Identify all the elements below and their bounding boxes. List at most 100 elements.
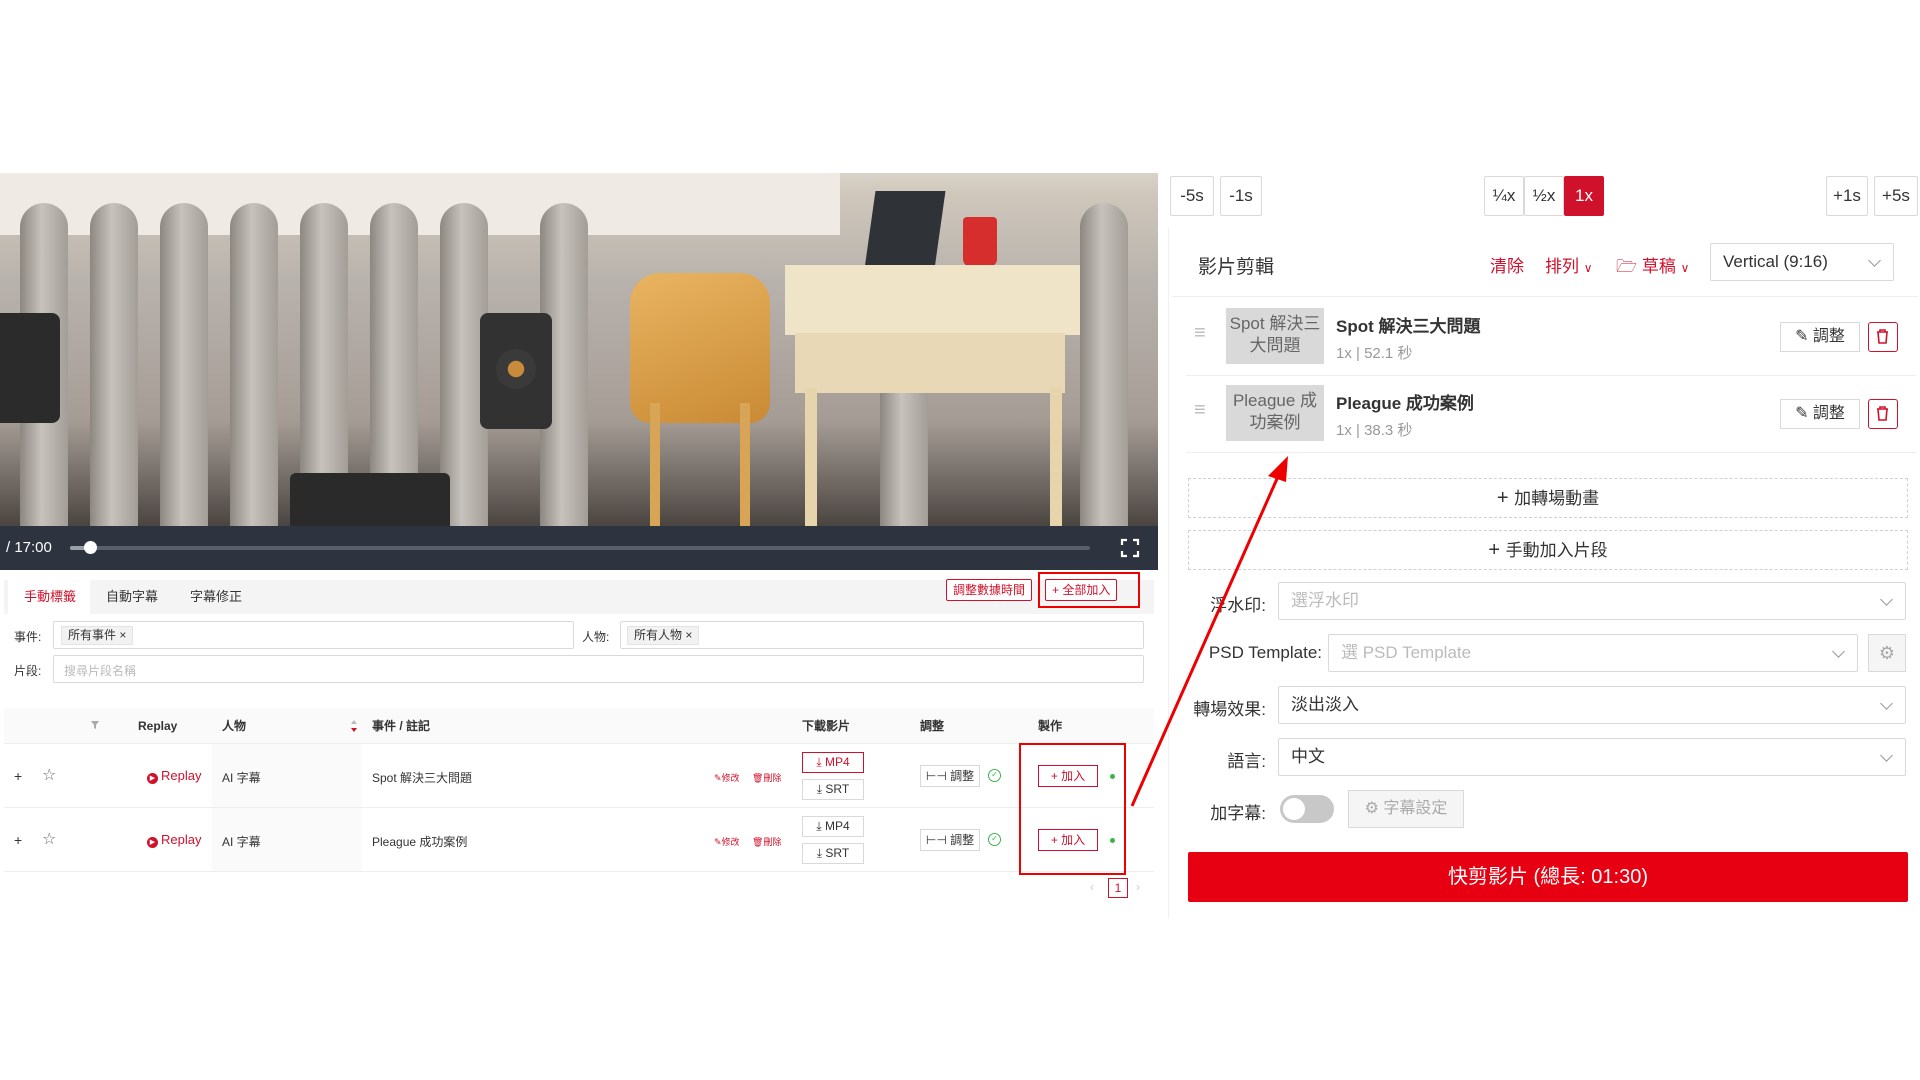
back-5s-button[interactable]: -5s: [1170, 176, 1214, 216]
sort-label: 排列: [1545, 257, 1579, 276]
trim-icon: ⊢⊣: [925, 833, 951, 847]
download-mp4-button[interactable]: ⤓ MP4: [802, 752, 864, 773]
speaker-right: [480, 313, 552, 429]
draft-dropdown[interactable]: 🗁 草稿 ∨: [1616, 252, 1689, 283]
segment-placeholder: 搜尋片段名稱: [64, 664, 137, 678]
add-all-label: 全部加入: [1062, 583, 1111, 597]
trash-icon: [1877, 406, 1888, 421]
forward-5s-button[interactable]: +5s: [1874, 176, 1918, 216]
download-srt-button[interactable]: ⤓ SRT: [802, 779, 864, 800]
event-filter-select[interactable]: 所有事件 ×: [53, 621, 574, 649]
sort-icon[interactable]: [350, 719, 358, 733]
red-cup: [963, 217, 997, 267]
speed-half-button[interactable]: ½x: [1524, 176, 1564, 216]
replay-link[interactable]: ▶ Replay: [147, 768, 201, 784]
clip-thumbnail: Pleague 成功案例: [1226, 385, 1324, 441]
progress-track[interactable]: [70, 546, 1090, 550]
draft-label: 草稿: [1641, 257, 1676, 276]
curtain-fold: [160, 203, 208, 526]
edit-link[interactable]: ✎修改: [714, 835, 740, 848]
download-srt-button[interactable]: ⤓ SRT: [802, 843, 864, 864]
editor-title: 影片剪輯: [1198, 257, 1275, 278]
delete-link[interactable]: 🗑刪除: [752, 771, 781, 784]
subtitle-settings-button[interactable]: ⚙ 字幕設定: [1348, 790, 1464, 828]
speed-quarter-button[interactable]: ¼x: [1484, 176, 1524, 216]
sort-dropdown[interactable]: 排列 ∨: [1545, 252, 1593, 277]
tab-auto-subtitles[interactable]: 自動字幕: [90, 580, 175, 614]
close-icon[interactable]: ×: [685, 628, 692, 642]
edit-label: 修改: [721, 837, 740, 847]
adjust-label: 調整: [950, 833, 975, 847]
plus-icon: +: [1488, 539, 1506, 561]
chevron-down-icon: [1832, 645, 1845, 658]
star-icon[interactable]: ☆: [42, 829, 56, 849]
progress-handle[interactable]: [84, 541, 97, 554]
replay-link[interactable]: ▶ Replay: [147, 832, 201, 848]
clip-title: Spot 解決三大問題: [1336, 317, 1481, 336]
adjust-button[interactable]: ⊢⊣ 調整: [920, 829, 980, 851]
forward-1s-button[interactable]: +1s: [1826, 176, 1868, 216]
gear-icon: ⚙: [1364, 800, 1384, 817]
adjust-time-button[interactable]: 調整數據時間: [946, 579, 1033, 601]
expand-icon[interactable]: +: [14, 832, 22, 848]
clip-item: ≡ Pleague 成功案例 Pleague 成功案例 1x | 38.3 秒 …: [1186, 377, 1916, 453]
srt-label: SRT: [825, 846, 850, 860]
play-icon: ▶: [147, 773, 158, 784]
trim-icon: ⊢⊣: [925, 769, 951, 783]
chevron-down-icon: [1868, 254, 1881, 267]
close-icon[interactable]: ×: [119, 628, 126, 642]
download-mp4-button[interactable]: ⤓ MP4: [802, 816, 864, 837]
clip-delete-button[interactable]: [1868, 399, 1898, 429]
pencil-icon: ✎: [1795, 405, 1813, 422]
filter-icon[interactable]: [90, 720, 100, 730]
drag-handle-icon[interactable]: ≡: [1194, 399, 1206, 422]
aspect-ratio-select[interactable]: Vertical (9:16): [1710, 243, 1894, 281]
clear-button[interactable]: 清除: [1490, 252, 1524, 277]
next-page-icon[interactable]: ›: [1136, 880, 1140, 894]
drag-handle-icon[interactable]: ≡: [1194, 322, 1206, 345]
expand-icon[interactable]: +: [14, 768, 22, 784]
standing-desk: [785, 265, 1080, 335]
render-video-button[interactable]: 快剪影片 (總長: 01:30): [1188, 852, 1908, 902]
page-number[interactable]: 1: [1108, 878, 1128, 898]
plus-icon: +: [1496, 487, 1515, 509]
event-chip[interactable]: 所有事件 ×: [61, 626, 134, 645]
video-player[interactable]: [0, 173, 1158, 526]
tab-subtitle-fix[interactable]: 字幕修正: [174, 580, 259, 614]
psd-placeholder: 選 PSD Template: [1341, 643, 1472, 662]
divider: [1172, 296, 1918, 297]
clip-adjust-button[interactable]: ✎ 調整: [1780, 399, 1860, 429]
event-filter-label: 事件:: [14, 630, 42, 644]
col-produce: 製作: [1038, 719, 1063, 733]
transition-value: 淡出淡入: [1291, 695, 1359, 714]
person-filter-select[interactable]: 所有人物 ×: [620, 621, 1144, 649]
player-controls: / 17:00: [0, 526, 1158, 570]
clip-delete-button[interactable]: [1868, 322, 1898, 352]
clip-adjust-button[interactable]: ✎ 調整: [1780, 322, 1860, 352]
trash-icon: [1877, 329, 1888, 344]
curtain-fold: [90, 203, 138, 526]
transition-select[interactable]: 淡出淡入: [1278, 686, 1906, 724]
adjust-button[interactable]: ⊢⊣ 調整: [920, 765, 980, 787]
srt-label: SRT: [825, 782, 850, 796]
annotation-arrow: [1130, 456, 1288, 807]
gear-icon[interactable]: ⚙: [1868, 634, 1906, 672]
watermark-select[interactable]: 選浮水印: [1278, 582, 1906, 620]
delete-link[interactable]: 🗑刪除: [752, 835, 781, 848]
chevron-down-icon: [1880, 749, 1893, 762]
check-icon: ✓: [988, 833, 1001, 846]
tab-manual-tags[interactable]: 手動標籤: [8, 580, 93, 614]
add-all-button[interactable]: + 全部加入: [1045, 579, 1118, 601]
clip-adjust-label: 調整: [1812, 328, 1845, 345]
psd-template-select[interactable]: 選 PSD Template: [1328, 634, 1858, 672]
speed-normal-button[interactable]: 1x: [1564, 176, 1604, 216]
prev-page-icon[interactable]: ‹: [1090, 880, 1094, 894]
back-1s-button[interactable]: -1s: [1220, 176, 1262, 216]
person-filter-label: 人物:: [582, 630, 610, 644]
col-adjust: 調整: [920, 719, 945, 733]
language-select[interactable]: 中文: [1278, 738, 1906, 776]
edit-link[interactable]: ✎修改: [714, 771, 740, 784]
star-icon[interactable]: ☆: [42, 765, 56, 785]
segment-search-input[interactable]: 搜尋片段名稱: [53, 655, 1144, 683]
person-chip[interactable]: 所有人物 ×: [627, 626, 700, 645]
